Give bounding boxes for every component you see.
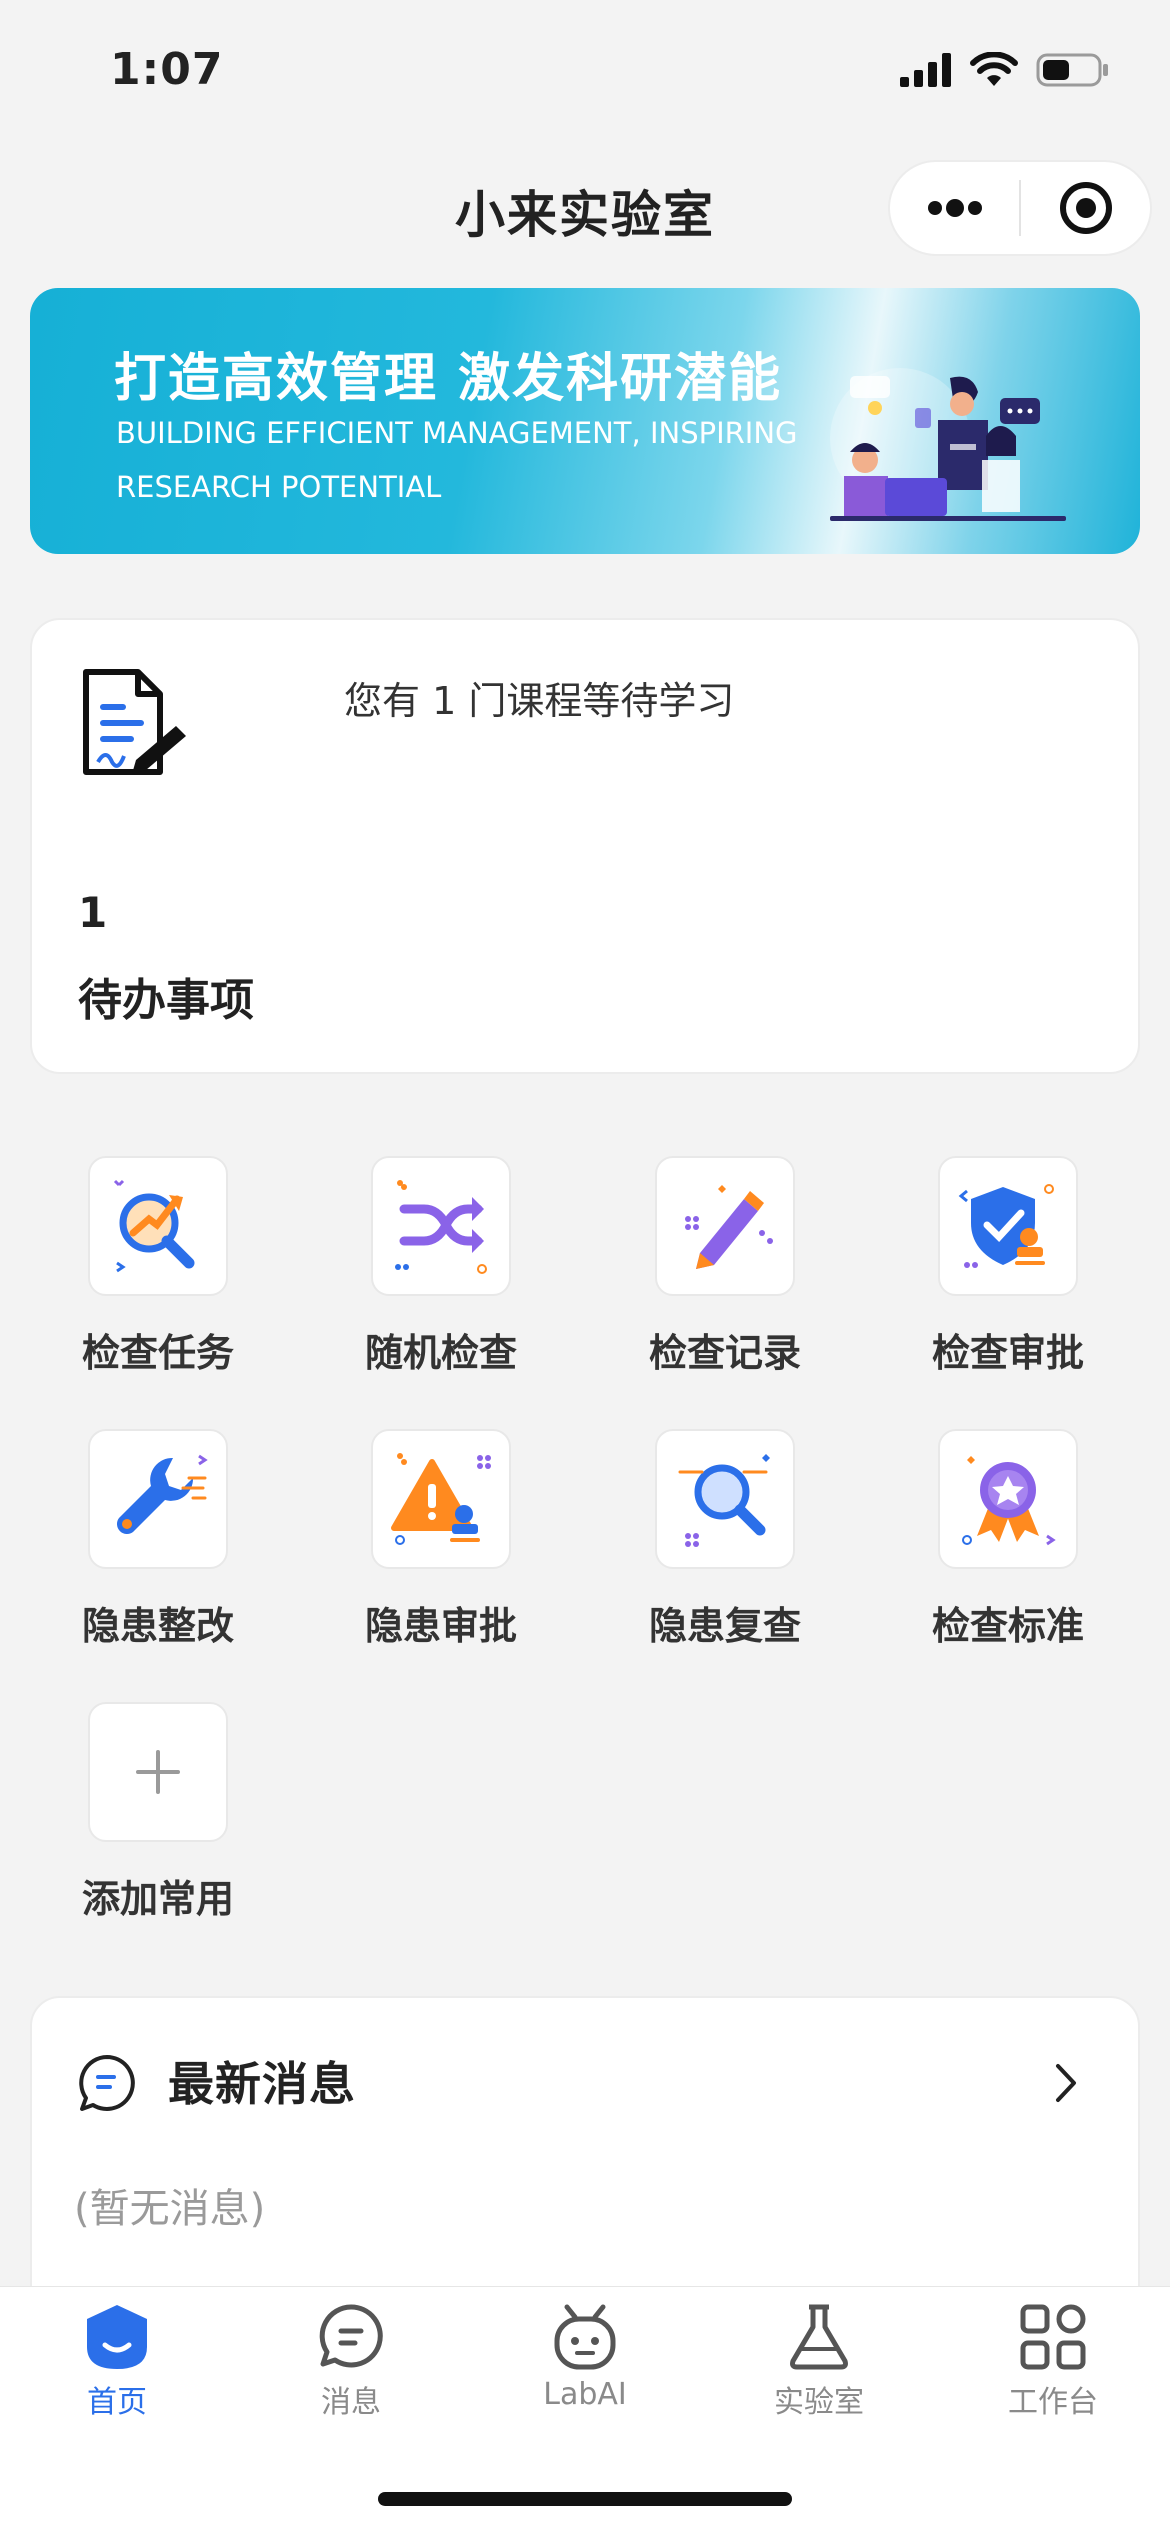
tab-workbench[interactable]: 工作台 xyxy=(936,2301,1170,2421)
tab-label: 首页 xyxy=(87,2385,147,2420)
grid-item-label: 检查审批 xyxy=(931,1331,1084,1375)
banner-subtitle: BUILDING EFFICIENT MANAGEMENT, INSPIRING… xyxy=(116,416,798,504)
inspection-task-icon xyxy=(113,1179,195,1273)
tab-messages[interactable]: 消息 xyxy=(234,2301,468,2421)
hazard-fix-tile xyxy=(88,1429,228,1569)
grid-item-label: 隐患审批 xyxy=(364,1604,517,1648)
grid-item-label: 检查任务 xyxy=(81,1331,234,1375)
todo-course-message: 您有 1 门课程等待学习 xyxy=(344,679,735,723)
status-time: 1:07 xyxy=(110,44,224,95)
signal-icon xyxy=(900,53,951,87)
battery-icon xyxy=(1036,53,1108,87)
wifi-icon xyxy=(970,52,1018,86)
grid-item-random-check[interactable]: 随机检查 xyxy=(301,1156,581,1377)
tab-lab[interactable]: 实验室 xyxy=(702,2301,936,2421)
tab-label: 消息 xyxy=(321,2385,381,2420)
grid-item-label: 隐患复查 xyxy=(648,1604,801,1648)
grid-item-check-record[interactable]: 检查记录 xyxy=(585,1156,865,1377)
latest-messages-title: 最新消息 xyxy=(168,2057,356,2111)
status-icons xyxy=(900,52,1110,88)
grid-item-hazard-fix[interactable]: 隐患整改 xyxy=(18,1429,298,1650)
random-check-icon xyxy=(395,1180,487,1274)
add-favorite-tile xyxy=(88,1702,228,1842)
tab-label: LabAI xyxy=(543,2377,627,2412)
grid-item-label: 检查记录 xyxy=(648,1331,801,1375)
more-button[interactable] xyxy=(890,162,1019,254)
hazard-approval-tile xyxy=(371,1429,511,1569)
grid-item-check-approval[interactable]: 检查审批 xyxy=(868,1156,1148,1377)
home-icon xyxy=(87,2305,147,2369)
grid-item-label: 隐患整改 xyxy=(81,1604,234,1648)
inspection-task-tile xyxy=(88,1156,228,1296)
grid-item-check-standard[interactable]: 检查标准 xyxy=(868,1429,1148,1650)
robot-icon xyxy=(554,2304,616,2370)
chat-bubble-icon xyxy=(79,2055,135,2111)
check-record-tile xyxy=(655,1156,795,1296)
tab-label: 工作台 xyxy=(1008,2385,1098,2420)
team-illustration-icon xyxy=(830,368,1066,521)
hazard-fix-icon xyxy=(117,1454,208,1534)
check-record-icon xyxy=(685,1185,773,1269)
grid-item-hazard-recheck[interactable]: 隐患复查 xyxy=(585,1429,865,1650)
plus-icon xyxy=(136,1750,180,1794)
tab-labai[interactable]: LabAI xyxy=(468,2301,702,2412)
random-check-tile xyxy=(371,1156,511,1296)
grid-item-label: 检查标准 xyxy=(931,1604,1084,1648)
grid-apps-icon xyxy=(1020,2304,1086,2370)
hazard-approval-icon xyxy=(391,1453,491,1545)
tab-label: 实验室 xyxy=(774,2385,864,2420)
todo-count: 1 xyxy=(78,888,108,937)
mini-program-capsule xyxy=(888,160,1152,256)
check-standard-tile xyxy=(938,1429,1078,1569)
document-sign-icon xyxy=(83,669,186,775)
chat-icon xyxy=(319,2304,383,2368)
messages-empty-text: (暂无消息) xyxy=(74,2186,266,2232)
flask-icon xyxy=(790,2304,848,2370)
check-approval-tile xyxy=(938,1156,1078,1296)
grid-item-add-favorite[interactable]: 添加常用 xyxy=(18,1702,298,1923)
latest-messages-card[interactable]: 最新消息 (暂无消息) xyxy=(30,1996,1140,2316)
grid-item-label: 添加常用 xyxy=(81,1877,234,1921)
tab-home[interactable]: 首页 xyxy=(0,2301,234,2421)
hazard-recheck-tile xyxy=(655,1429,795,1569)
more-dots-icon xyxy=(927,199,982,217)
grid-item-hazard-approval[interactable]: 隐患审批 xyxy=(301,1429,581,1650)
todo-label: 待办事项 xyxy=(78,975,254,1026)
todo-card[interactable]: 您有 1 门课程等待学习 1 待办事项 xyxy=(30,618,1140,1074)
grid-item-inspection-task[interactable]: 检查任务 xyxy=(18,1156,298,1377)
target-icon xyxy=(1059,182,1112,234)
chevron-right-icon[interactable] xyxy=(1050,2060,1082,2106)
check-standard-icon xyxy=(962,1456,1056,1546)
check-approval-icon xyxy=(958,1184,1054,1268)
banner-title: 打造高效管理 激发科研潜能 xyxy=(114,349,783,409)
home-indicator xyxy=(378,2492,792,2506)
grid-item-label: 随机检查 xyxy=(364,1331,517,1375)
close-miniprogram-button[interactable] xyxy=(1021,162,1150,254)
hazard-recheck-icon xyxy=(678,1454,770,1547)
banner[interactable]: 打造高效管理 激发科研潜能 BUILDING EFFICIENT MANAGEM… xyxy=(30,288,1140,554)
